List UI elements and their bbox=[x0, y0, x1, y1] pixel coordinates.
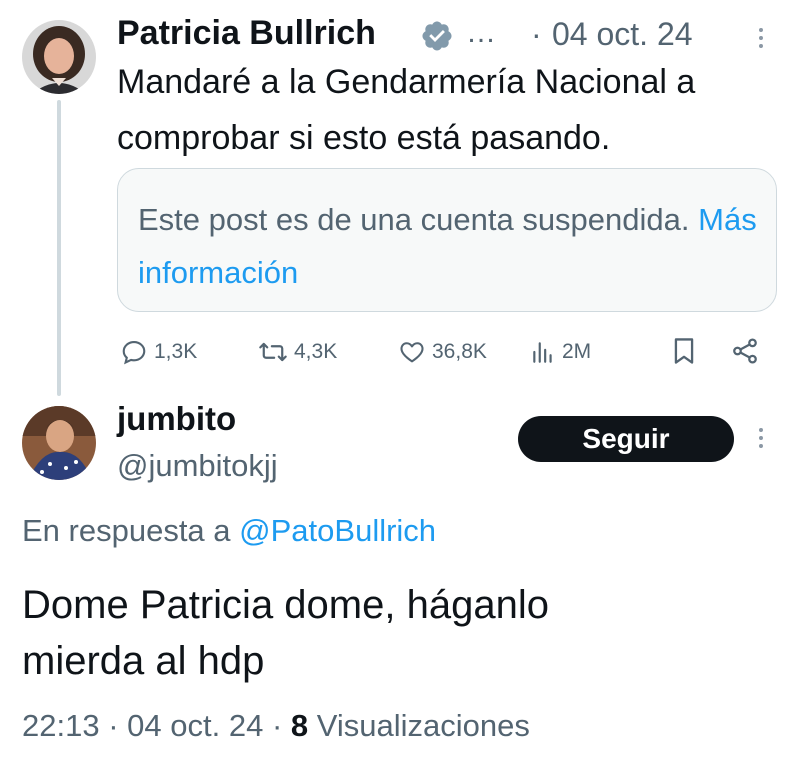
reply-count: 1,3K bbox=[154, 340, 198, 363]
reply-context-handle-link[interactable]: @PatoBullrich bbox=[239, 513, 436, 548]
reply-text-line-1: Dome Patricia dome, háganlo bbox=[22, 583, 549, 627]
retweet-count: 4,3K bbox=[294, 340, 338, 363]
author-name-ellipsis: … bbox=[466, 16, 496, 49]
retweet-icon bbox=[259, 342, 287, 362]
share-icon[interactable] bbox=[730, 336, 760, 366]
thread-line bbox=[57, 100, 61, 396]
more-options-icon[interactable] bbox=[759, 28, 763, 48]
meta-separator-1: · bbox=[108, 708, 119, 743]
author-name[interactable]: Patricia Bullrich bbox=[117, 14, 376, 53]
reply-time[interactable]: 22:13 bbox=[22, 708, 100, 743]
date-separator: · bbox=[531, 16, 542, 52]
reply-date[interactable]: 04 oct. 24 bbox=[127, 708, 263, 743]
suspended-notice: Este post es de una cuenta suspendida. M… bbox=[138, 193, 758, 299]
reply-context: En respuesta a @PatoBullrich bbox=[22, 513, 436, 549]
suspended-notice-text: Este post es de una cuenta suspendida. bbox=[138, 202, 690, 237]
reply-author-name[interactable]: jumbito bbox=[117, 400, 236, 438]
reply-action[interactable]: 1,3K bbox=[120, 338, 197, 366]
like-action[interactable]: 36,8K bbox=[398, 338, 487, 366]
reply-text-line-2: mierda al hdp bbox=[22, 639, 265, 683]
quoted-post-card[interactable]: Este post es de una cuenta suspendida. M… bbox=[117, 168, 777, 312]
views-count: 2M bbox=[562, 340, 592, 363]
reply-context-prefix: En respuesta a bbox=[22, 513, 231, 548]
meta-separator-2: · bbox=[271, 708, 283, 743]
like-count: 36,8K bbox=[432, 340, 487, 363]
reply-views-label: Visualizaciones bbox=[316, 708, 530, 743]
author-avatar[interactable] bbox=[22, 20, 96, 94]
verified-badge-icon bbox=[420, 19, 454, 53]
reply-more-options-icon[interactable] bbox=[759, 428, 763, 448]
reply-meta: 22:13 · 04 oct. 24 · 8 Visualizaciones bbox=[22, 708, 530, 744]
reply-icon bbox=[122, 341, 146, 365]
bookmark-icon[interactable] bbox=[670, 336, 698, 366]
views-chart-icon bbox=[533, 342, 552, 363]
reply-author-handle[interactable]: @jumbitokjj bbox=[117, 448, 278, 484]
follow-button[interactable]: Seguir bbox=[518, 416, 734, 462]
retweet-action[interactable]: 4,3K bbox=[258, 338, 337, 366]
views-action[interactable]: 2M bbox=[530, 338, 591, 366]
tweet-text-line-2: comprobar si esto está pasando. bbox=[117, 119, 611, 157]
reply-views-count: 8 bbox=[290, 708, 309, 743]
heart-icon bbox=[400, 342, 424, 363]
reply-author-avatar[interactable] bbox=[22, 406, 96, 480]
tweet-text-line-1: Mandaré a la Gendarmería Nacional a bbox=[117, 63, 696, 101]
tweet-date[interactable]: 04 oct. 24 bbox=[552, 16, 693, 53]
